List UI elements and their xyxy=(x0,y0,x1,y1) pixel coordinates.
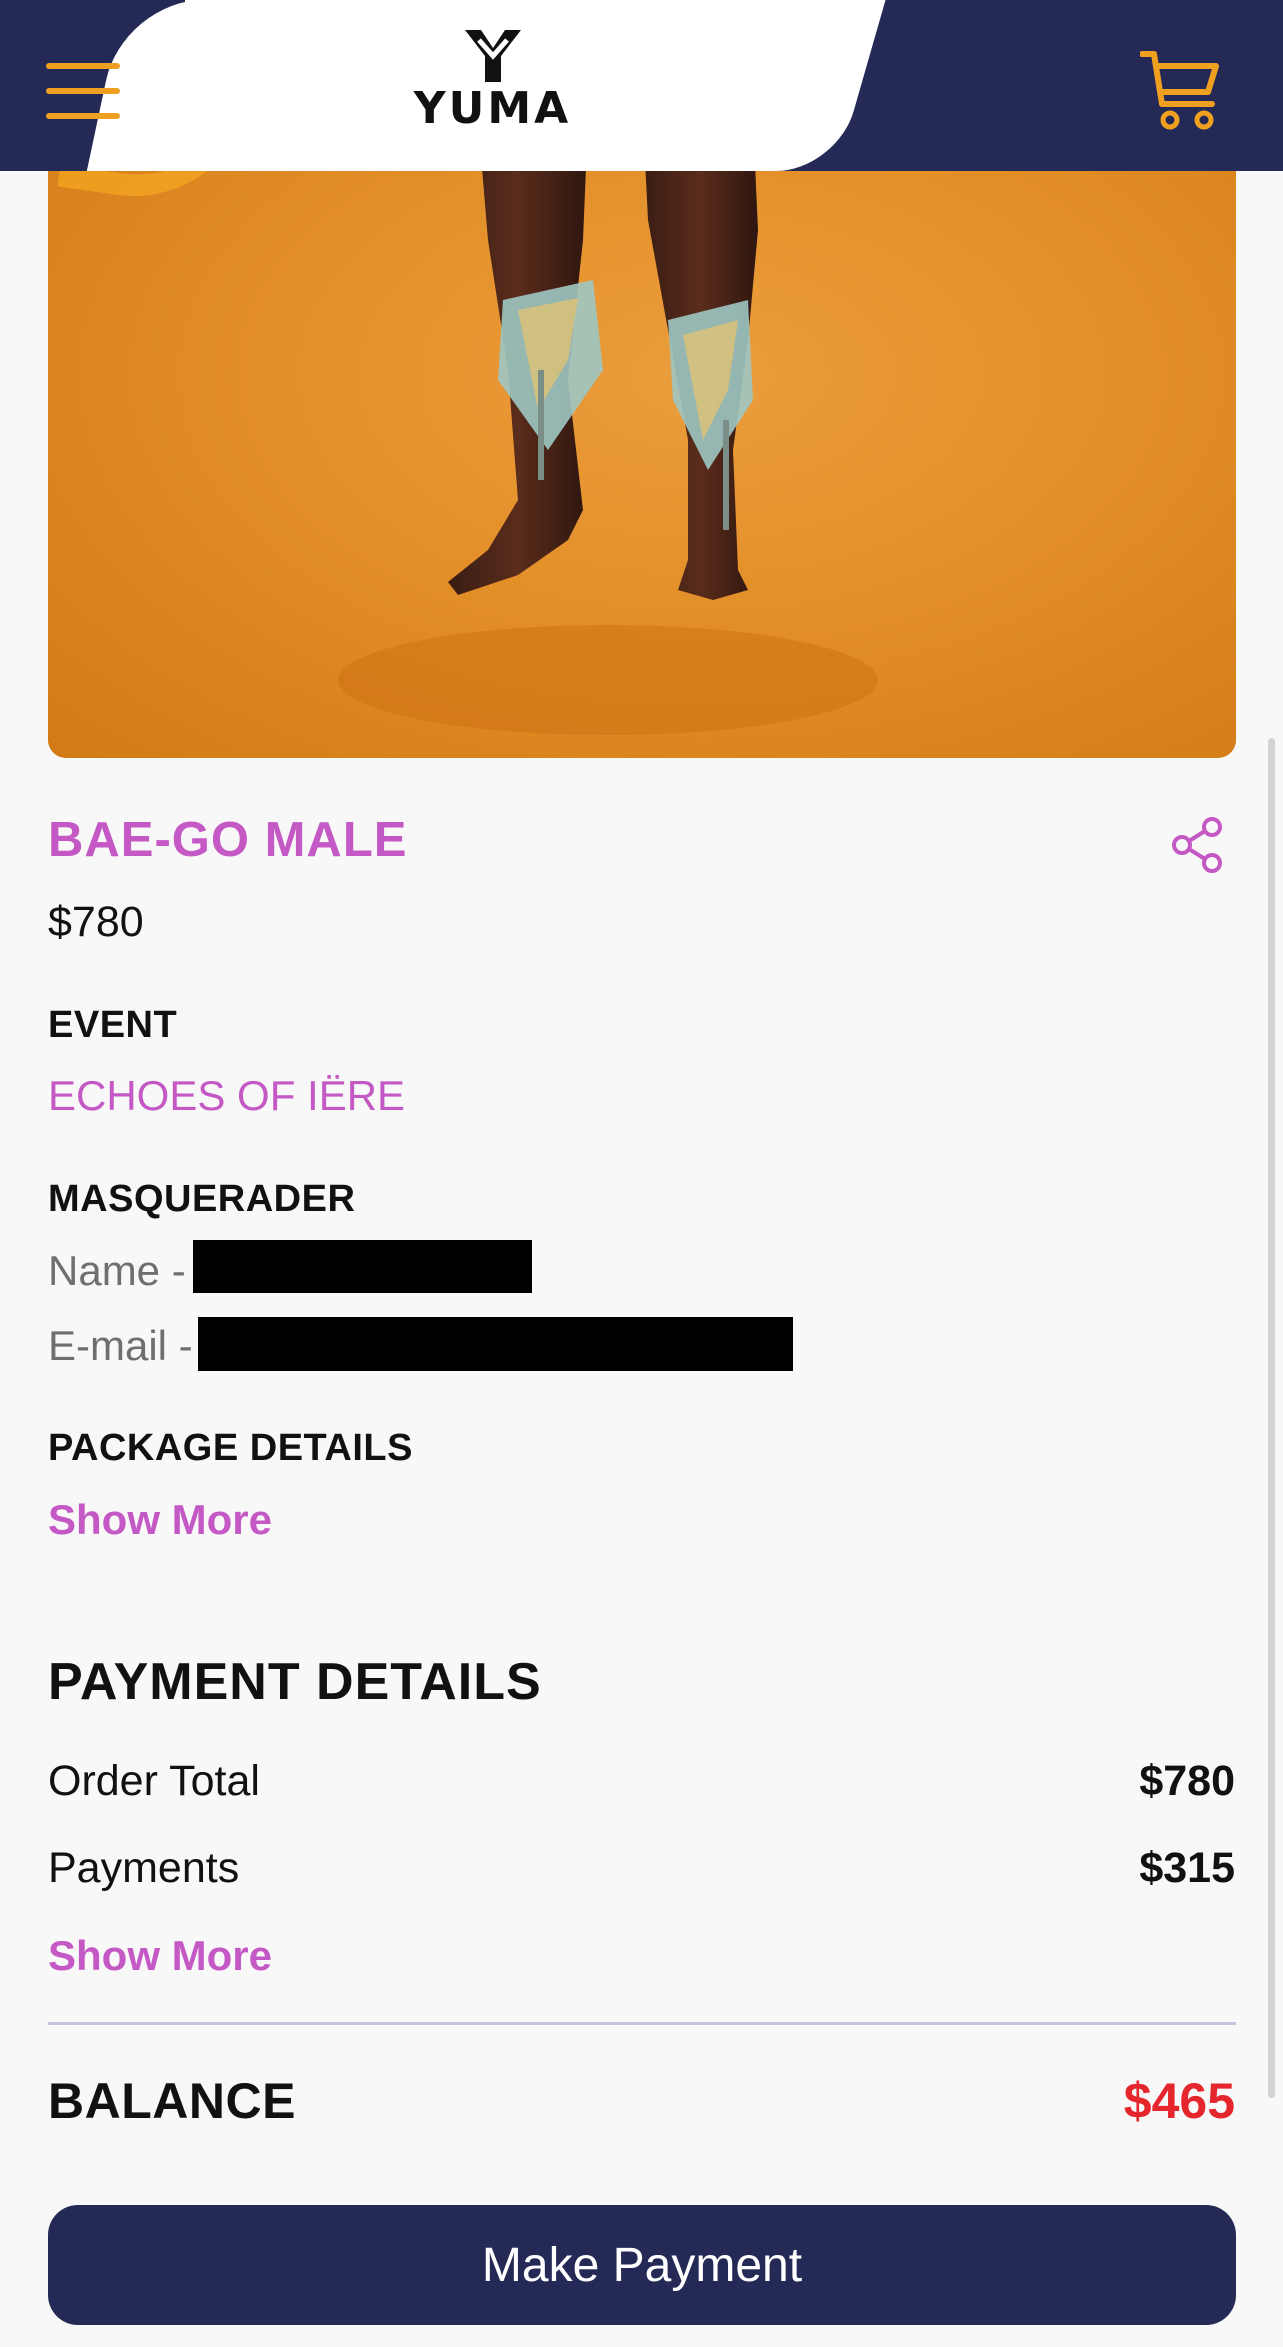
event-label: EVENT xyxy=(48,1004,178,1046)
package-show-more-link[interactable]: Show More xyxy=(48,1496,272,1544)
scrollbar[interactable] xyxy=(1268,738,1275,2098)
yuma-logo-mark xyxy=(464,30,521,82)
divider xyxy=(48,2022,1236,2025)
make-payment-button[interactable]: Make Payment xyxy=(48,2205,1236,2325)
yuma-logo[interactable]: YUMA xyxy=(395,26,590,132)
masquerader-name-label: Name - xyxy=(48,1247,186,1294)
product-order-page: YUMA BAE-GO MALE $780 EVENT ECHOES OF IË… xyxy=(0,0,1283,2347)
redacted-email xyxy=(198,1317,793,1371)
logo-text: YUMA xyxy=(413,83,572,134)
package-details-label: PACKAGE DETAILS xyxy=(48,1427,413,1469)
product-title: BAE-GO MALE xyxy=(48,813,408,867)
hamburger-menu-icon[interactable] xyxy=(46,63,120,119)
masquerader-label: MASQUERADER xyxy=(48,1178,356,1220)
order-total-label: Order Total xyxy=(48,1757,260,1805)
payments-value: $315 xyxy=(1139,1844,1235,1892)
balance-label: BALANCE xyxy=(48,2073,296,2129)
payments-label: Payments xyxy=(48,1844,240,1892)
order-total-value: $780 xyxy=(1139,1757,1235,1805)
share-icon[interactable] xyxy=(1170,815,1226,875)
event-name-link[interactable]: ECHOES OF IËRE xyxy=(48,1072,405,1120)
balance-value: $465 xyxy=(1123,2073,1235,2129)
shopping-cart-icon[interactable] xyxy=(1139,48,1220,132)
payments-show-more-link[interactable]: Show More xyxy=(48,1932,272,1980)
product-image xyxy=(48,120,1236,758)
redacted-name xyxy=(193,1240,532,1293)
payment-details-heading: PAYMENT DETAILS xyxy=(48,1653,542,1711)
masquerader-email-label: E-mail - xyxy=(48,1322,193,1369)
app-header xyxy=(0,0,1283,171)
costume-legs-illustration xyxy=(338,120,878,735)
product-price: $780 xyxy=(48,898,144,946)
